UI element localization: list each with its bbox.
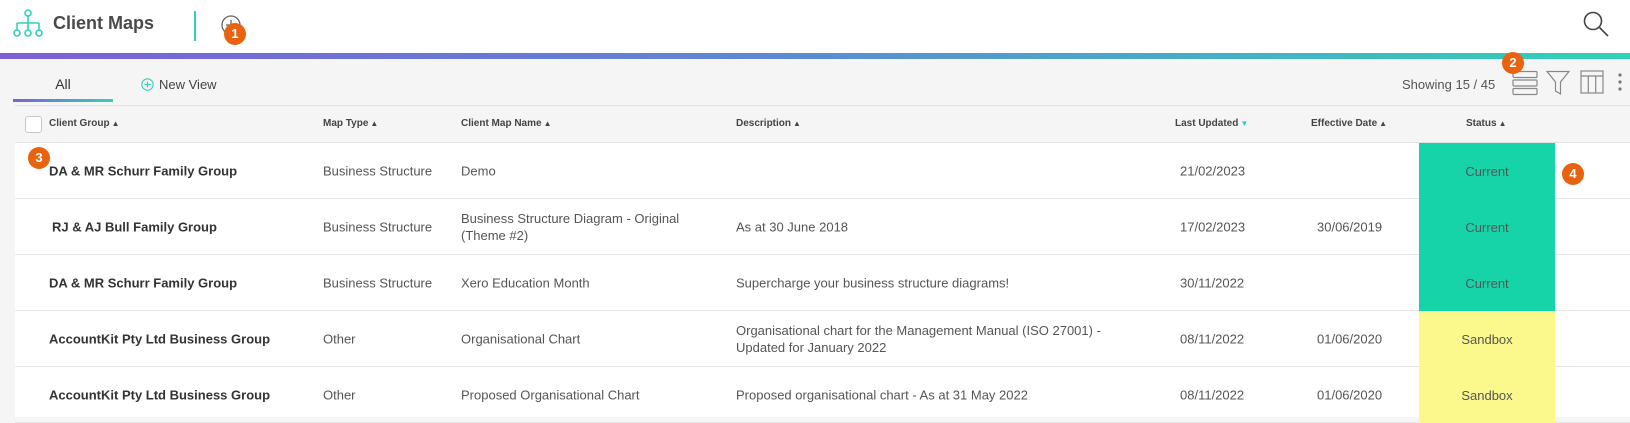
map-type-cell: Business Structure bbox=[323, 163, 433, 178]
effective-date-cell: 30/06/2019 bbox=[1317, 219, 1383, 234]
callout-badge-3: 3 bbox=[28, 147, 50, 169]
more-vertical-icon[interactable] bbox=[1617, 72, 1623, 92]
description-cell: Supercharge your business structure diag… bbox=[736, 275, 1010, 290]
view-tab-bar: All New View Showing 15 / 45 2 bbox=[0, 52, 1630, 105]
column-header-label: Map Type bbox=[323, 118, 369, 129]
map-type-cell: Other bbox=[323, 331, 356, 346]
last-updated-cell: 30/11/2022 bbox=[1180, 275, 1245, 290]
map-name-line: Demo bbox=[461, 163, 496, 178]
column-header-effective-date[interactable]: Effective Date ▲ bbox=[1311, 118, 1387, 129]
client-group-cell: RJ & AJ Bull Family Group bbox=[52, 219, 217, 234]
sort-down-icon: ▼ bbox=[1240, 119, 1249, 128]
client-group-cell: AccountKit Pty Ltd Business Group bbox=[49, 387, 271, 402]
column-header-label: Status bbox=[1466, 118, 1497, 129]
column-header-label: Client Group bbox=[49, 118, 110, 129]
last-updated-cell: 17/02/2023 bbox=[1180, 219, 1246, 234]
rows-icon[interactable] bbox=[1512, 70, 1538, 96]
plus-circle-icon bbox=[141, 78, 154, 91]
column-header-label: Client Map Name bbox=[461, 118, 542, 129]
column-header-label: Effective Date bbox=[1311, 118, 1378, 129]
sort-up-icon: ▲ bbox=[1379, 119, 1388, 128]
map-name-cell: Xero Education Month bbox=[461, 275, 590, 290]
effective-date-cell: 01/06/2020 bbox=[1317, 331, 1383, 346]
client-maps-table: DA & MR Schurr Family Group Business Str… bbox=[15, 143, 1630, 423]
columns-icon[interactable] bbox=[1580, 70, 1604, 94]
callout-badge-1: 1 bbox=[224, 23, 246, 45]
app-title: Client Maps bbox=[53, 13, 155, 33]
client-group-cell: AccountKit Pty Ltd Business Group bbox=[49, 331, 271, 346]
filter-icon[interactable] bbox=[1546, 70, 1570, 96]
showing-count: Showing 15 / 45 bbox=[1402, 77, 1496, 92]
map-name-line: (Theme #2) bbox=[461, 227, 529, 243]
map-name-cell: Demo bbox=[461, 162, 496, 179]
map-name-cell: Organisational Chart bbox=[461, 331, 581, 346]
status-badge: Sandbox bbox=[1419, 311, 1555, 367]
sort-up-icon: ▲ bbox=[543, 119, 552, 128]
sort-up-icon: ▲ bbox=[111, 119, 120, 128]
select-all-checkbox[interactable] bbox=[25, 116, 42, 133]
header-gradient-bar bbox=[0, 53, 1630, 59]
column-header-label: Description bbox=[736, 118, 792, 129]
last-updated-cell: 21/02/2023 bbox=[1180, 163, 1246, 178]
map-name-cell: Business Structure Diagram - Original (T… bbox=[461, 210, 679, 244]
column-header-client-map-name[interactable]: Client Map Name ▲ bbox=[461, 118, 552, 129]
table-row[interactable]: AccountKit Pty Ltd Business Group Other … bbox=[15, 367, 1630, 423]
column-header-last-updated[interactable]: Last Updated ▼ bbox=[1175, 118, 1248, 129]
sort-up-icon: ▲ bbox=[370, 119, 379, 128]
description-line: Organisational chart for the Management … bbox=[736, 322, 1101, 338]
status-badge: Current bbox=[1419, 143, 1555, 199]
status-badge: Current bbox=[1419, 255, 1555, 311]
new-view-button[interactable]: New View bbox=[141, 77, 217, 92]
table-row[interactable]: AccountKit Pty Ltd Business Group Other … bbox=[15, 311, 1630, 367]
status-badge: Current bbox=[1419, 199, 1555, 255]
sort-up-icon: ▲ bbox=[793, 119, 801, 128]
map-type-cell: Business Structure bbox=[323, 275, 433, 290]
new-view-label: New View bbox=[159, 77, 217, 92]
description-line: Updated for January 2022 bbox=[736, 339, 887, 355]
table-row[interactable]: DA & MR Schurr Family Group Business Str… bbox=[15, 255, 1630, 311]
table-header-row: Client Group ▲ Map Type ▲ Client Map Name ▲… bbox=[15, 105, 1630, 143]
description-cell: As at 30 June 2018 bbox=[736, 219, 849, 234]
hierarchy-icon bbox=[13, 9, 43, 37]
table-row[interactable]: RJ & AJ Bull Family Group Business Struc… bbox=[15, 199, 1630, 255]
title-divider bbox=[194, 11, 196, 41]
callout-badge-4: 4 bbox=[1562, 163, 1584, 185]
last-updated-cell: 08/11/2022 bbox=[1180, 331, 1245, 346]
map-name-line: Business Structure Diagram - Original bbox=[461, 210, 680, 226]
effective-date-cell: 01/06/2020 bbox=[1317, 387, 1383, 402]
callout-badge-2: 2 bbox=[1502, 52, 1524, 74]
map-type-cell: Business Structure bbox=[323, 219, 433, 234]
column-header-description[interactable]: Description ▲ bbox=[736, 118, 801, 129]
column-header-label: Last Updated bbox=[1175, 118, 1239, 129]
sort-up-icon: ▲ bbox=[1498, 119, 1507, 128]
description-cell: Organisational chart for the Management … bbox=[736, 322, 1101, 356]
status-badge: Sandbox bbox=[1419, 367, 1555, 423]
column-header-status[interactable]: Status ▲ bbox=[1466, 118, 1506, 129]
client-group-cell: DA & MR Schurr Family Group bbox=[49, 163, 238, 178]
map-type-cell: Other bbox=[323, 387, 356, 402]
map-name-cell: Proposed Organisational Chart bbox=[461, 387, 640, 402]
last-updated-cell: 08/11/2022 bbox=[1180, 387, 1245, 402]
client-group-cell: DA & MR Schurr Family Group bbox=[49, 275, 238, 290]
description-cell: Proposed organisational chart - As at 31… bbox=[736, 387, 1028, 402]
tab-active-underline bbox=[13, 99, 113, 102]
column-header-client-group[interactable]: Client Group ▲ bbox=[49, 118, 119, 129]
column-header-map-type[interactable]: Map Type ▲ bbox=[323, 118, 378, 129]
top-bar: Client Maps 1 bbox=[0, 0, 1630, 54]
table-row[interactable]: DA & MR Schurr Family Group Business Str… bbox=[15, 143, 1630, 199]
search-icon[interactable] bbox=[1582, 10, 1610, 38]
